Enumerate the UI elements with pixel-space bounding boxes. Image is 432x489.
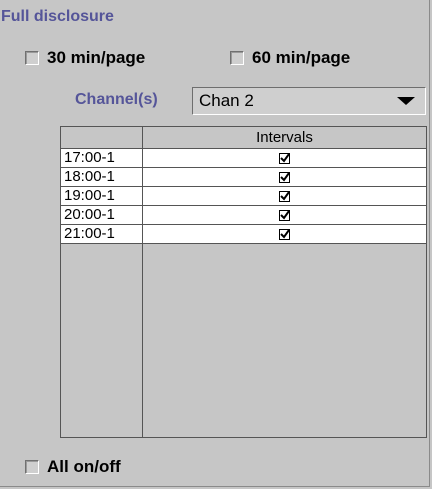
checkmark-icon xyxy=(280,171,290,182)
all-on-off-checkbox[interactable] xyxy=(25,460,39,474)
interval-cell[interactable] xyxy=(143,187,426,205)
row-label: 19:00-1 xyxy=(61,187,143,205)
table-row[interactable]: 18:00-1 xyxy=(61,168,426,187)
table-row[interactable]: 21:00-1 xyxy=(61,225,426,244)
interval-checkbox[interactable] xyxy=(279,209,290,221)
interval-checkbox[interactable] xyxy=(279,152,290,164)
interval-checkbox[interactable] xyxy=(279,190,290,202)
table-row[interactable]: 20:00-1 xyxy=(61,206,426,225)
table-header-row: Intervals xyxy=(61,127,426,149)
channel-select[interactable]: Chan 2 xyxy=(192,87,426,115)
channel-select-value: Chan 2 xyxy=(199,91,254,110)
all-on-off-option[interactable]: All on/off xyxy=(25,457,121,477)
interval-cell[interactable] xyxy=(143,149,426,167)
60-min-page-label: 60 min/page xyxy=(252,48,351,67)
interval-checkbox[interactable] xyxy=(279,228,290,240)
interval-cell[interactable] xyxy=(143,225,426,243)
row-label: 18:00-1 xyxy=(61,168,143,186)
30-min-page-checkbox[interactable] xyxy=(25,51,39,65)
table-row[interactable]: 17:00-1 xyxy=(61,149,426,168)
chevron-down-icon[interactable] xyxy=(397,97,415,105)
row-label: 17:00-1 xyxy=(61,149,143,167)
checkmark-icon xyxy=(280,228,290,239)
channel-label: Channel(s) xyxy=(75,91,158,108)
60-min-page-checkbox[interactable] xyxy=(230,51,244,65)
checkmark-icon xyxy=(280,152,290,163)
checkmark-icon xyxy=(280,209,290,220)
panel-title: Full disclosure xyxy=(1,8,114,25)
row-label: 20:00-1 xyxy=(61,206,143,224)
30-min-page-label: 30 min/page xyxy=(47,48,146,67)
checkmark-icon xyxy=(280,190,290,201)
interval-checkbox[interactable] xyxy=(279,171,290,183)
interval-cell[interactable] xyxy=(143,206,426,224)
full-disclosure-panel: Full disclosure 30 min/page 60 min/page … xyxy=(0,0,430,487)
30-min-page-option[interactable]: 30 min/page xyxy=(25,48,145,68)
all-on-off-label: All on/off xyxy=(47,457,121,476)
intervals-table: Intervals 17:00-1 18:00-1 19:00-1 20:00-… xyxy=(60,126,427,438)
table-row[interactable]: 19:00-1 xyxy=(61,187,426,206)
row-label: 21:00-1 xyxy=(61,225,143,243)
intervals-column-header[interactable]: Intervals xyxy=(143,127,426,149)
60-min-page-option[interactable]: 60 min/page xyxy=(230,48,350,68)
interval-cell[interactable] xyxy=(143,168,426,186)
